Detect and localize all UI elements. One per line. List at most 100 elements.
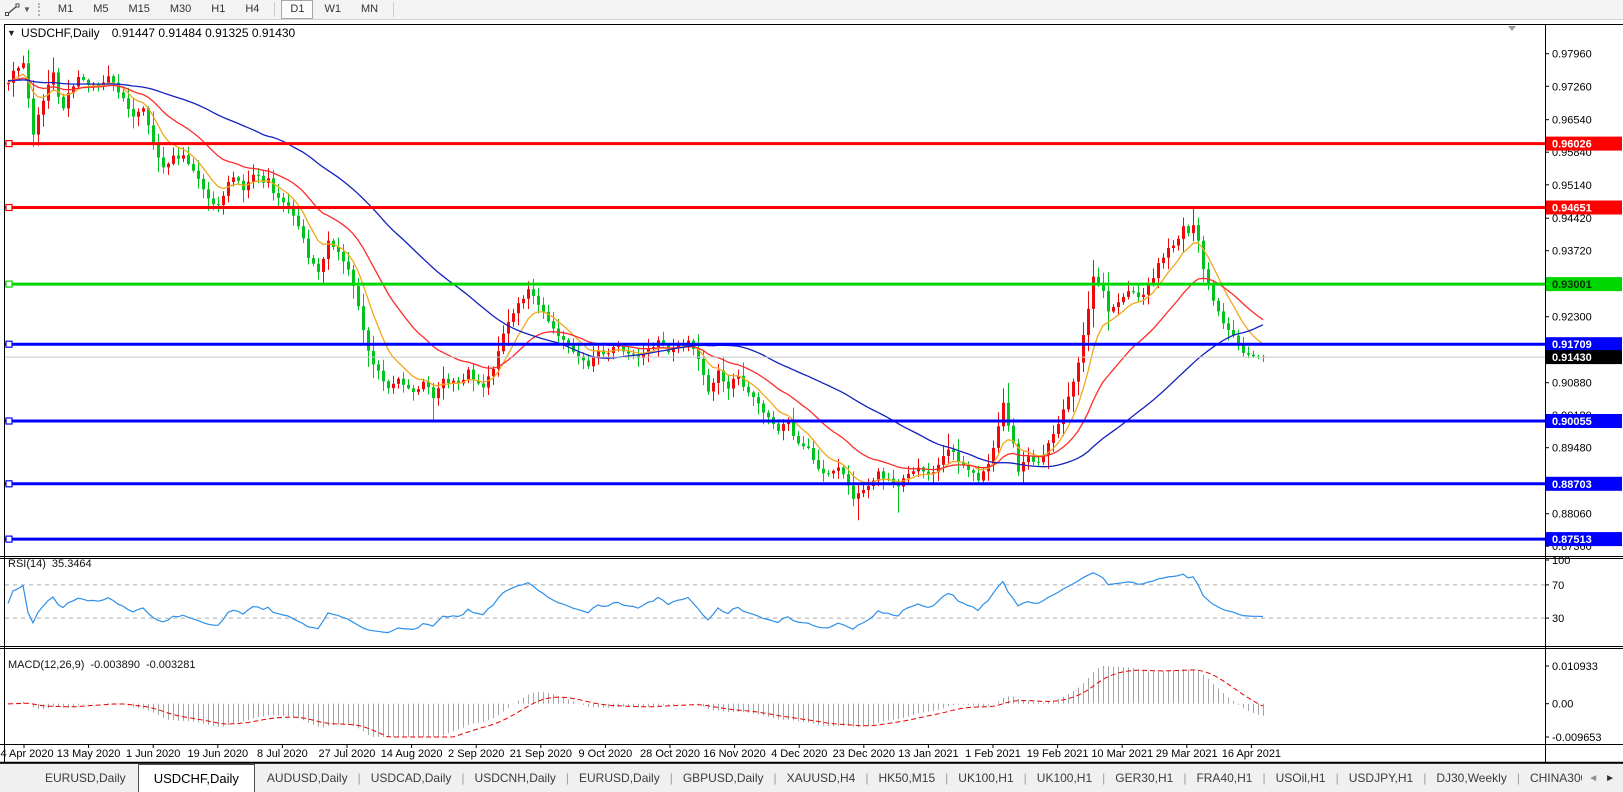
chart-tab-ger30-h1[interactable]: GER30,H1 (1106, 764, 1182, 792)
toolbar-separator (274, 2, 275, 17)
date-tick-label: 21 Sep 2020 (510, 748, 572, 760)
line-anchor-handle[interactable] (6, 481, 12, 487)
price-tick-label: 0.92300 (1552, 312, 1592, 324)
timeframe-button-w1[interactable]: W1 (315, 0, 350, 19)
macd-signal-line (8, 670, 1263, 737)
line-price-badge-label: 0.96026 (1552, 139, 1592, 151)
chart-tab-gbpusd-daily[interactable]: GBPUSD,Daily (674, 764, 773, 792)
line-anchor-handle[interactable] (6, 281, 12, 287)
date-tick-label: 24 Apr 2020 (0, 748, 54, 760)
date-tick-label: 14 Aug 2020 (381, 748, 443, 760)
pane-borders (0, 24, 1623, 763)
date-tick-label: 9 Oct 2020 (578, 748, 632, 760)
date-tick-label: 19 Jun 2020 (188, 748, 249, 760)
current-price-badge-label: 0.91430 (1552, 352, 1592, 364)
price-tick-label: 0.88060 (1552, 509, 1592, 521)
chart-tabs-bar: EURUSD,DailyUSDCHF,DailyAUDUSD,Daily|USD… (0, 763, 1623, 792)
chart-tab-usoil-h1[interactable]: USOil,H1 (1267, 764, 1335, 792)
price-tick-label: 0.93720 (1552, 246, 1592, 258)
timeframe-button-d1[interactable]: D1 (281, 0, 313, 19)
rsi-name: RSI(14) (8, 558, 46, 570)
chart-tab-usdcad-daily[interactable]: USDCAD,Daily (362, 764, 461, 792)
macd-tick-label: 0.00 (1552, 699, 1573, 711)
chart-title-ohlc: 0.91447 0.91484 0.91325 0.91430 (112, 26, 296, 40)
chart-tab-audusd-daily[interactable]: AUDUSD,Daily (258, 764, 357, 792)
date-tick-label: 13 May 2020 (57, 748, 121, 760)
chart-tab-uk100-h1[interactable]: UK100,H1 (949, 764, 1022, 792)
chart-tab-usdchf-daily[interactable]: USDCHF,Daily (138, 764, 255, 792)
chart-tab-uk100-h1[interactable]: UK100,H1 (1028, 764, 1101, 792)
date-tick-label: 23 Dec 2020 (833, 748, 895, 760)
line-price-badge-label: 0.91709 (1552, 339, 1592, 351)
timeframe-button-mn[interactable]: MN (352, 0, 387, 19)
tool-dropdown-caret-icon[interactable]: ▼ (23, 5, 31, 14)
chart-tab-xauusd-h4[interactable]: XAUUSD,H4 (778, 764, 865, 792)
macd-signal-value: -0.003281 (146, 659, 196, 671)
chart-tab-eurusd-daily[interactable]: EURUSD,Daily (570, 764, 669, 792)
line-anchor-handle[interactable] (6, 536, 12, 542)
tab-scroll-left-icon[interactable]: ◄ (1588, 773, 1598, 784)
toolbar-grip[interactable] (38, 3, 40, 16)
timeframe-toolbar: ▼ M1M5M15M30H1H4 D1W1MN (0, 0, 1623, 20)
price-tick-label: 0.95140 (1552, 180, 1592, 192)
rsi-tick-label: 70 (1552, 580, 1564, 592)
chart-tab-dj30-weekly[interactable]: DJ30,Weekly (1427, 764, 1515, 792)
chart-title-symbol: USDCHF,Daily (21, 26, 100, 40)
chart-tab-fra40-h1[interactable]: FRA40,H1 (1187, 764, 1261, 792)
macd-label: MACD(12,26,9)-0.003890-0.003281 (8, 659, 196, 671)
timeframe-button-m1[interactable]: M1 (49, 0, 82, 19)
ma-medium (8, 78, 1263, 470)
chart-tab-usdjpy-h1[interactable]: USDJPY,H1 (1340, 764, 1422, 792)
chart-tab-usdcnh-daily[interactable]: USDCNH,Daily (466, 764, 565, 792)
line-studies-icon-glyph (5, 3, 20, 17)
price-tick-label: 0.94420 (1552, 213, 1592, 225)
mt4-window: ▼ M1M5M15M30H1H4 D1W1MN 0.979600.972600.9… (0, 0, 1623, 792)
line-price-badge-label: 0.90055 (1552, 416, 1592, 428)
rsi-line (8, 573, 1263, 633)
timeframe-button-h1[interactable]: H1 (202, 0, 234, 19)
date-tick-label: 27 Jul 2020 (319, 748, 376, 760)
tab-scroll-right-icon[interactable]: ► (1605, 773, 1615, 784)
date-tick-label: 10 Mar 2021 (1091, 748, 1153, 760)
tab-scroll-controls: ◄ ► (1582, 764, 1623, 792)
macd-main-value: -0.003890 (90, 659, 140, 671)
date-tick-label: 2 Sep 2020 (448, 748, 504, 760)
timeframe-button-h4[interactable]: H4 (236, 0, 268, 19)
line-anchor-handle[interactable] (6, 205, 12, 211)
plot-layer (5, 50, 1545, 737)
chart-title: USDCHF,Daily 0.91447 0.91484 0.91325 0.91… (21, 26, 296, 40)
date-tick-label: 28 Oct 2020 (640, 748, 700, 760)
date-tick-label: 19 Feb 2021 (1027, 748, 1089, 760)
axis-layer: 0.979600.972600.965400.958400.951400.944… (0, 49, 1622, 760)
date-tick-label: 16 Apr 2021 (1222, 748, 1281, 760)
macd-tick-label: -0.009653 (1552, 732, 1602, 744)
timeframe-button-m30[interactable]: M30 (161, 0, 200, 19)
line-anchor-handle[interactable] (6, 141, 12, 147)
chart-tab-hk50-m15[interactable]: HK50,M15 (869, 764, 944, 792)
price-tick-label: 0.89480 (1552, 443, 1592, 455)
line-price-badge-label: 0.88703 (1552, 479, 1592, 491)
line-anchor-handle[interactable] (6, 418, 12, 424)
chart-canvas[interactable]: 0.979600.972600.965400.958400.951400.944… (0, 20, 1623, 763)
price-tick-label: 0.96540 (1552, 115, 1592, 127)
rsi-tick-label: 30 (1552, 613, 1564, 625)
line-price-badge-label: 0.93001 (1552, 279, 1592, 291)
date-tick-label: 1 Feb 2021 (965, 748, 1021, 760)
rsi-label: RSI(14) 35.3464 (8, 558, 92, 570)
date-tick-label: 29 Mar 2021 (1156, 748, 1218, 760)
date-tick-label: 13 Jan 2021 (898, 748, 959, 760)
window-collapse-icon[interactable]: ▼ (7, 28, 16, 38)
macd-histogram (9, 666, 1264, 737)
line-studies-icon[interactable] (5, 3, 20, 17)
date-tick-label: 4 Dec 2020 (771, 748, 827, 760)
ma-slow (8, 80, 1263, 467)
line-anchor-handle[interactable] (6, 341, 12, 347)
object-lines-layer (5, 141, 1545, 542)
chart-tab-eurusd-daily[interactable]: EURUSD,Daily (36, 764, 135, 792)
date-tick-label: 1 Jun 2020 (126, 748, 180, 760)
timeframe-button-m5[interactable]: M5 (84, 0, 117, 19)
macd-tick-label: 0.010933 (1552, 661, 1598, 673)
timeframe-button-m15[interactable]: M15 (119, 0, 158, 19)
chart-shift-marker[interactable] (1508, 26, 1516, 31)
rsi-value: 35.3464 (52, 558, 92, 570)
